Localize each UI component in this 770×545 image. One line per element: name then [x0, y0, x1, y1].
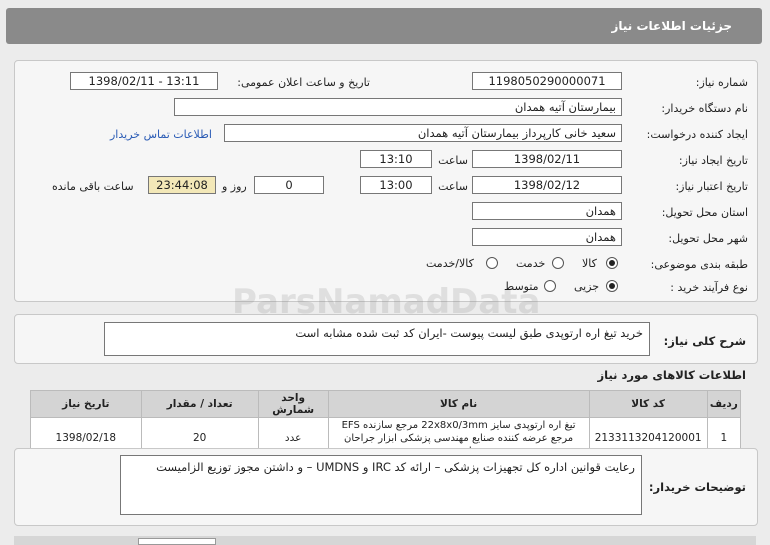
purchase-radio-medium[interactable]: [544, 280, 556, 292]
requester-label: ایجاد کننده درخواست:: [646, 128, 748, 141]
announce-field[interactable]: 1398/02/11 - 13:11: [70, 72, 218, 90]
buyer-org-field[interactable]: بیمارستان آتیه همدان: [174, 98, 622, 116]
bottom-left-button[interactable]: [138, 538, 216, 545]
remaining-time-field: 23:44:08: [148, 176, 216, 194]
province-label: استان محل تحویل:: [661, 206, 748, 219]
col-need-date: تاریخ نیاز: [30, 390, 142, 418]
validity-time-label: ساعت: [438, 180, 468, 193]
category-radio-service[interactable]: [552, 257, 564, 269]
city-field[interactable]: همدان: [472, 228, 622, 246]
category-option-service: خدمت: [516, 257, 546, 270]
category-option-goods-service: کالا/خدمت: [426, 257, 474, 270]
col-quantity: تعداد / مقدار: [140, 390, 259, 418]
bottom-button-strip: [14, 536, 756, 545]
created-date-field[interactable]: 1398/02/11: [472, 150, 622, 168]
validity-time-field[interactable]: 13:00: [360, 176, 432, 194]
page-header: جزئیات اطلاعات نیاز: [6, 8, 762, 44]
created-time-field[interactable]: 13:10: [360, 150, 432, 168]
validity-date-field[interactable]: 1398/02/12: [472, 176, 622, 194]
days-label: روز و: [222, 180, 247, 193]
announce-label: تاریخ و ساعت اعلان عمومی:: [237, 76, 370, 89]
created-time-label: ساعت: [438, 154, 468, 167]
need-number-label: شماره نیاز:: [695, 76, 748, 89]
items-section-title: اطلاعات کالاهای مورد نیاز: [597, 368, 746, 382]
created-date-label: تاریخ ایجاد نیاز:: [678, 154, 748, 167]
page-title: جزئیات اطلاعات نیاز: [611, 19, 732, 33]
category-option-goods: کالا: [582, 257, 597, 270]
summary-label: شرح کلی نیاز:: [663, 334, 746, 348]
purchase-option-medium: متوسط: [504, 280, 539, 293]
contact-buyer-link[interactable]: اطلاعات تماس خریدار: [110, 128, 212, 141]
notes-label: توضیحات خریدار:: [648, 480, 746, 494]
items-table-header: تاریخ نیاز تعداد / مقدار واحد شمارش نام …: [30, 390, 742, 418]
province-field[interactable]: همدان: [472, 202, 622, 220]
col-row: ردیف: [706, 390, 742, 418]
notes-text[interactable]: رعایت قوانین اداره کل تجهیزات پزشکی – ار…: [120, 455, 642, 515]
category-radio-goods-service[interactable]: [486, 257, 498, 269]
summary-text[interactable]: خرید تیغ اره ارتوپدی طبق لیست پیوست -ایر…: [104, 322, 650, 356]
requester-field[interactable]: سعید خانی کارپرداز بیمارستان آتیه همدان: [224, 124, 622, 142]
category-radio-goods[interactable]: [606, 257, 618, 269]
buyer-org-label: نام دستگاه خریدار:: [661, 102, 748, 115]
remaining-days-field[interactable]: 0: [254, 176, 324, 194]
col-unit: واحد شمارش: [257, 390, 329, 418]
purchase-type-label: نوع فرآیند خرید :: [670, 281, 748, 294]
remaining-label: ساعت باقی مانده: [52, 180, 134, 193]
col-item-code: کد کالا: [588, 390, 708, 418]
purchase-radio-minor[interactable]: [606, 280, 618, 292]
validity-date-label: تاریخ اعتبار نیاز:: [675, 180, 748, 193]
category-label: طبقه بندی موضوعی:: [650, 258, 748, 271]
purchase-option-minor: جزیی: [574, 280, 600, 293]
col-item-name: نام کالا: [327, 390, 590, 418]
need-number-field[interactable]: 1198050290000071: [472, 72, 622, 90]
city-label: شهر محل تحویل:: [668, 232, 748, 245]
